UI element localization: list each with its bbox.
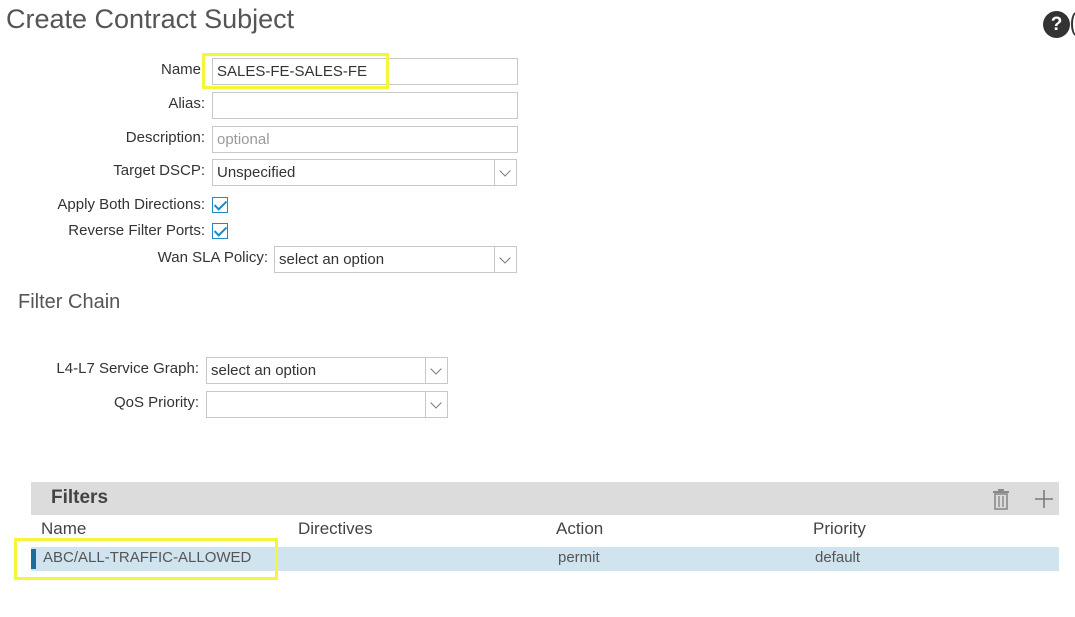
filters-title: Filters — [51, 487, 109, 508]
column-header-priority[interactable]: Priority — [813, 519, 866, 539]
column-header-name[interactable]: Name — [41, 519, 86, 539]
filter-row-highlight — [14, 538, 278, 580]
target-dscp-label: Target DSCP: — [113, 162, 205, 179]
chevron-down-icon[interactable] — [425, 392, 447, 417]
service-graph-value: select an option — [211, 362, 317, 379]
create-contract-subject-dialog: Create Contract Subject ? Name SALES-FE-… — [0, 0, 1075, 617]
target-dscp-value: Unspecified — [217, 164, 296, 181]
name-highlight — [202, 53, 389, 89]
chevron-down-icon[interactable] — [494, 160, 516, 185]
plus-icon[interactable] — [1033, 488, 1055, 510]
clipped-icon-edge — [1071, 12, 1075, 36]
filter-chain-title: Filter Chain — [18, 291, 121, 313]
name-label: Name — [160, 61, 201, 78]
chevron-down-icon[interactable] — [425, 358, 447, 383]
reverse-filter-ports-label: Reverse Filter Ports: — [68, 222, 205, 239]
filters-header-bar: Filters — [31, 482, 1059, 515]
wan-sla-policy-label: Wan SLA Policy: — [157, 249, 268, 266]
alias-label: Alias: — [168, 95, 205, 112]
target-dscp-select[interactable]: Unspecified — [212, 159, 517, 186]
wan-sla-policy-value: select an option — [279, 251, 385, 268]
service-graph-select[interactable]: select an option — [206, 357, 448, 384]
description-label: Description: — [125, 129, 205, 146]
apply-both-directions-checkbox[interactable] — [212, 197, 228, 213]
trash-icon[interactable] — [991, 488, 1011, 510]
qos-priority-label: QoS Priority: — [113, 394, 199, 411]
help-icon[interactable]: ? — [1043, 11, 1070, 38]
dialog-title: Create Contract Subject — [6, 4, 295, 34]
apply-both-directions-label: Apply Both Directions: — [57, 196, 205, 213]
filter-action-cell: permit — [558, 549, 600, 566]
chevron-down-icon[interactable] — [494, 247, 516, 272]
service-graph-label: L4-L7 Service Graph: — [56, 360, 199, 377]
reverse-filter-ports-checkbox[interactable] — [212, 223, 228, 239]
column-header-directives[interactable]: Directives — [298, 519, 373, 539]
description-input[interactable]: optional — [212, 126, 518, 153]
qos-priority-select[interactable] — [206, 391, 448, 418]
alias-input[interactable] — [212, 92, 518, 119]
wan-sla-policy-select[interactable]: select an option — [274, 246, 517, 273]
filter-priority-cell: default — [815, 549, 861, 566]
column-header-action[interactable]: Action — [556, 519, 603, 539]
